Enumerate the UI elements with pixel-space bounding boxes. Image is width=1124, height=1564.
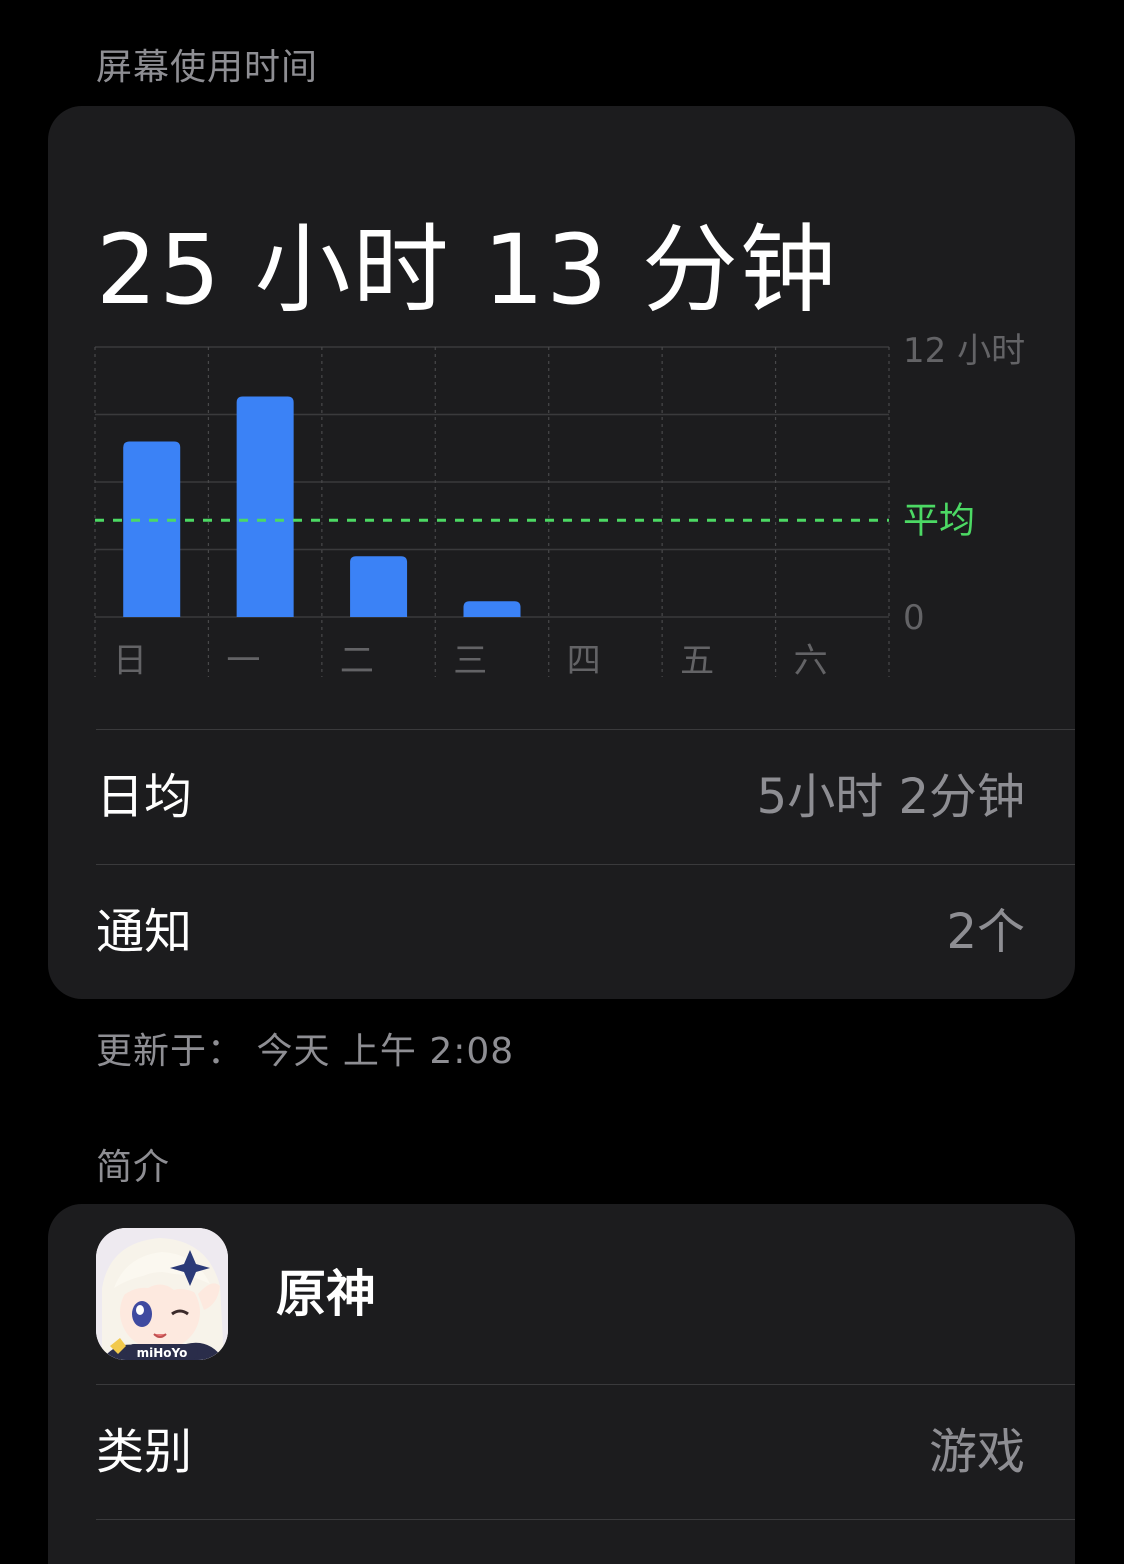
bar-3 — [463, 601, 521, 617]
usage-chart: 12 小时平均 0 日 一 二 三 四 五 六 — [48, 331, 1075, 692]
updated-time: 更新于： 今天 上午 2:08 — [96, 1031, 515, 1072]
bar-0 — [123, 441, 181, 617]
x-tick-label-2: 二 — [340, 641, 374, 681]
daily-average-label: 日均 — [96, 769, 193, 825]
section-title-profile: 简介 — [96, 1147, 171, 1188]
x-tick-label-1: 一 — [226, 641, 260, 681]
bar-1 — [236, 396, 294, 617]
screen-time-card: 25 小时 13 分钟 12 小时平均 0 日 一 二 三 四 五 六 日均 5小时 2分钟 通… — [48, 106, 1075, 999]
section-title-screen-time: 屏幕使用时间 — [96, 47, 319, 88]
x-tick-label-0: 日 — [113, 641, 147, 681]
category-label: 类别 — [96, 1424, 193, 1480]
x-tick-label-6: 六 — [794, 641, 828, 681]
x-tick-label-4: 四 — [567, 641, 601, 681]
category-value: 游戏 — [928, 1424, 1025, 1480]
y-axis-zero-label: 0 — [903, 598, 925, 638]
notifications-value: 2个 — [946, 904, 1025, 960]
bar-2 — [350, 556, 408, 617]
app-name: 原神 — [276, 1265, 376, 1323]
app-row[interactable]: miHoYo 原神 — [48, 1204, 1075, 1384]
profile-card: miHoYo 原神 类别 游戏 — [48, 1204, 1075, 1564]
y-axis-top-label: 12 小时 — [903, 332, 1025, 371]
app-icon-wordmark: miHoYo — [137, 1346, 188, 1360]
genshin-app-icon: miHoYo — [96, 1228, 228, 1360]
x-tick-label-5: 五 — [680, 641, 714, 681]
average-label: 平均 — [903, 500, 975, 541]
daily-average-value: 5小时 2分钟 — [756, 769, 1025, 825]
total-screen-time: 25 小时 13 分钟 — [96, 214, 838, 326]
x-tick-label-3: 三 — [453, 641, 487, 681]
notifications-row[interactable]: 通知 2个 — [96, 864, 1075, 999]
next-row — [96, 1519, 1075, 1564]
daily-average-row[interactable]: 日均 5小时 2分钟 — [96, 729, 1075, 864]
usage-bar-chart: 12 小时平均 0 日 一 二 三 四 五 六 — [94, 331, 1025, 681]
notifications-label: 通知 — [96, 904, 193, 960]
category-row[interactable]: 类别 游戏 — [96, 1384, 1075, 1519]
